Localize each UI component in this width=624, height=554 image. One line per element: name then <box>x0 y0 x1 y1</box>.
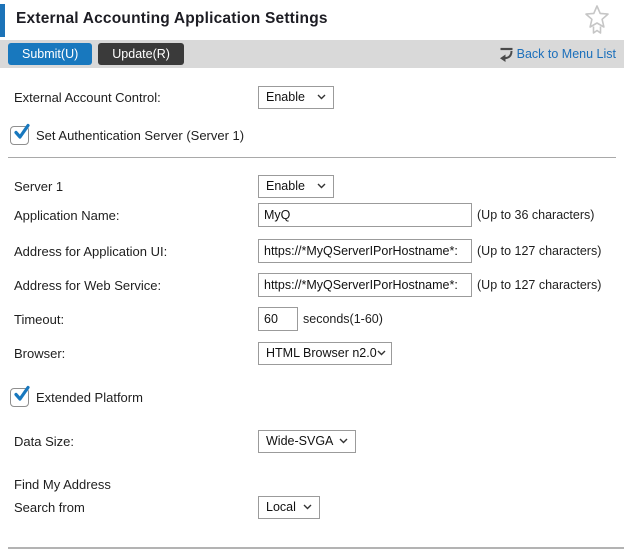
checkmark-icon <box>12 123 31 142</box>
external-account-control-select[interactable]: Enable <box>258 86 334 109</box>
address-web-service-input[interactable] <box>258 273 472 297</box>
search-from-select[interactable]: Local <box>258 496 320 519</box>
section-divider <box>8 157 616 158</box>
set-auth-server-checkbox[interactable] <box>10 126 29 145</box>
bottom-divider <box>8 547 624 549</box>
return-arrow-icon <box>499 47 514 62</box>
set-auth-server-label: Set Authentication Server (Server 1) <box>36 128 244 143</box>
row-address-web-service: Address for Web Service: (Up to 127 char… <box>0 272 624 298</box>
timeout-input[interactable] <box>258 307 298 331</box>
checkmark-icon <box>12 385 31 404</box>
data-size-select[interactable]: Wide-SVGA <box>258 430 356 453</box>
chevron-down-icon <box>377 350 386 356</box>
application-name-label: Application Name: <box>14 208 258 223</box>
toolbar: Submit(U) Update(R) Back to Menu List <box>0 40 624 68</box>
search-from-label: Search from <box>14 500 258 515</box>
address-application-ui-input[interactable] <box>258 239 472 263</box>
find-my-address-label: Find My Address <box>14 477 258 492</box>
timeout-label: Timeout: <box>14 312 258 327</box>
row-address-application-ui: Address for Application UI: (Up to 127 c… <box>0 238 624 264</box>
page-header: External Accounting Application Settings <box>0 0 624 40</box>
favorite-star-icon[interactable] <box>582 4 612 38</box>
update-button[interactable]: Update(R) <box>98 43 184 65</box>
application-name-input[interactable] <box>258 203 472 227</box>
row-browser: Browser: HTML Browser n2.0 <box>0 340 624 366</box>
header-accent-bar <box>0 4 5 37</box>
data-size-label: Data Size: <box>14 434 258 449</box>
address-web-service-hint: (Up to 127 characters) <box>477 278 601 292</box>
chevron-down-icon <box>339 438 348 444</box>
row-application-name: Application Name: (Up to 36 characters) <box>0 202 624 228</box>
chevron-down-icon <box>303 504 312 510</box>
timeout-hint: seconds(1-60) <box>303 312 383 326</box>
chevron-down-icon <box>317 183 326 189</box>
extended-platform-checkbox[interactable] <box>10 388 29 407</box>
row-data-size: Data Size: Wide-SVGA <box>0 428 624 454</box>
external-accounting-settings-page: External Accounting Application Settings… <box>0 0 624 554</box>
back-to-menu-link[interactable]: Back to Menu List <box>499 47 616 62</box>
back-to-menu-label: Back to Menu List <box>517 47 616 61</box>
chevron-down-icon <box>317 94 326 100</box>
row-search-from: Search from Local <box>0 494 624 520</box>
application-name-hint: (Up to 36 characters) <box>477 208 594 222</box>
address-application-ui-hint: (Up to 127 characters) <box>477 244 601 258</box>
row-server1: Server 1 Enable <box>0 173 624 199</box>
row-timeout: Timeout: seconds(1-60) <box>0 306 624 332</box>
browser-label: Browser: <box>14 346 258 361</box>
server1-select[interactable]: Enable <box>258 175 334 198</box>
address-web-service-label: Address for Web Service: <box>14 278 258 293</box>
browser-select[interactable]: HTML Browser n2.0 <box>258 342 392 365</box>
row-extended-platform: Extended Platform <box>0 384 624 410</box>
address-application-ui-label: Address for Application UI: <box>14 244 258 259</box>
external-account-control-label: External Account Control: <box>14 90 258 105</box>
row-set-auth-server: Set Authentication Server (Server 1) <box>0 122 624 148</box>
row-external-account-control: External Account Control: Enable <box>0 84 624 110</box>
extended-platform-label: Extended Platform <box>36 390 143 405</box>
submit-button[interactable]: Submit(U) <box>8 43 92 65</box>
server1-label: Server 1 <box>14 179 258 194</box>
page-title: External Accounting Application Settings <box>16 10 328 28</box>
